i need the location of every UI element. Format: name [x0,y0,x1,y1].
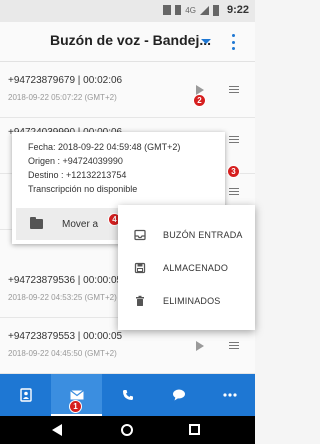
system-nav-bar [0,416,255,444]
menu-item-label: ALMACENADO [163,263,229,273]
step-badge-3: 3 [227,165,240,178]
recent-apps-icon[interactable] [189,424,200,435]
chat-icon [172,389,185,401]
menu-item-deleted[interactable]: ELIMINADOS [118,286,255,318]
message-number: +94723879553 | 00:00:05 [8,331,123,342]
trash-icon [136,295,144,306]
battery-icon [212,4,219,16]
message-date: 2018-09-22 04:53:25 (GMT+2) [8,293,117,302]
caret-down-icon[interactable] [201,39,211,44]
menu-item-stored[interactable]: ALMACENADO [118,253,255,285]
contacts-icon [19,388,32,402]
step-badge-1: 1 [69,400,82,413]
step-badge-2: 2 [193,94,206,107]
tab-chat[interactable] [153,374,204,416]
menu-item-label: BUZÓN ENTRADA [163,230,243,240]
message-number: +94723879536 | 00:00:05 [8,275,123,286]
tab-contacts[interactable] [0,374,51,416]
kebab-menu-icon[interactable] [232,34,236,50]
menu-item-inbox[interactable]: BUZÓN ENTRADA [118,220,255,252]
phone-icon [122,390,133,400]
save-icon [134,262,146,274]
signal-icon [199,5,209,15]
hamburger-icon[interactable] [229,188,239,195]
network-label: 4G [185,5,196,15]
folder-icon [30,217,43,229]
detail-transcription: Transcripción no disponible [28,184,138,194]
message-number: +94723879679 | 00:02:06 [8,75,123,86]
tab-more[interactable] [204,374,255,416]
app-toolbar: Buzón de voz - Bandej... [0,22,255,62]
more-icon [222,393,237,397]
detail-origin: Origen : +94724039990 [28,156,123,166]
detail-date: Fecha: 2018-09-22 04:59:48 (GMT+2) [28,142,181,152]
tab-calls[interactable] [102,374,153,416]
page-title[interactable]: Buzón de voz - Bandej... [50,32,211,48]
status-bar: 4G 9:22 [0,0,255,22]
inbox-icon [134,229,146,241]
notification-icon [175,5,182,15]
mail-icon [69,390,84,400]
hamburger-icon[interactable] [229,342,239,349]
hamburger-icon[interactable] [229,136,239,143]
hamburger-icon[interactable] [229,86,239,93]
menu-item-label: ELIMINADOS [163,296,221,306]
move-to-menu: BUZÓN ENTRADA ALMACENADO ELIMINADOS [118,205,255,330]
clock: 9:22 [226,4,249,16]
home-icon[interactable] [121,424,133,436]
detail-destination: Destino : +12132213754 [28,170,127,180]
list-item[interactable]: +94723879679 | 00:02:06 2018-09-22 05:07… [0,62,255,118]
message-date: 2018-09-22 04:45:50 (GMT+2) [8,349,117,358]
message-date: 2018-09-22 05:07:22 (GMT+2) [8,93,117,102]
notification-icon [163,5,172,15]
play-icon[interactable] [196,341,204,351]
bottom-nav [0,374,255,416]
back-icon[interactable] [52,424,62,436]
move-to-label: Mover a [62,219,99,230]
